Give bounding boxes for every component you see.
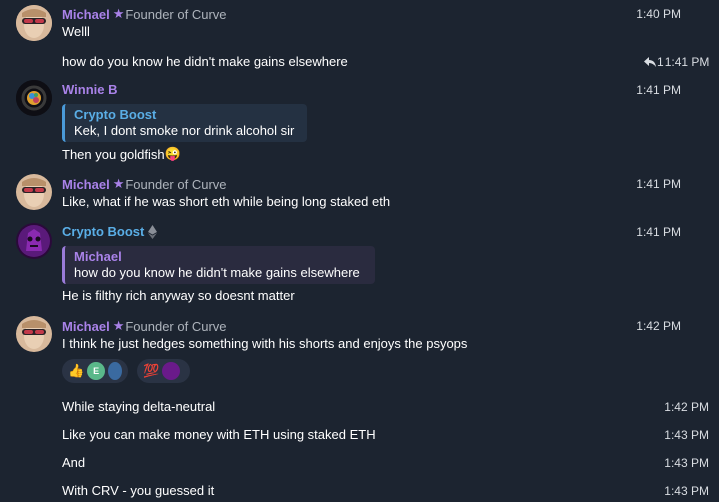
- star-icon: ★: [112, 176, 125, 191]
- reactor-avatar: [162, 362, 181, 380]
- avatar-winnie[interactable]: [16, 80, 52, 116]
- message-time: 1:42 PM: [664, 400, 709, 414]
- avatar-michael[interactable]: [16, 174, 52, 210]
- reply-quote-author: Crypto Boost: [74, 107, 157, 122]
- ethereum-badge-icon: [148, 224, 158, 239]
- reactor-avatar: [108, 362, 122, 380]
- message-text: Then you goldfish: [62, 146, 165, 162]
- message-time: 1:41 PM: [636, 83, 681, 97]
- reply-quote[interactable]: Crypto Boost Kek, I dont smoke nor drink…: [62, 104, 307, 142]
- message-text: how do you know he didn't make gains els…: [62, 54, 348, 69]
- reaction-thumbs-up[interactable]: 👍 E: [62, 359, 128, 383]
- message-time: 1:41 PM: [636, 225, 681, 239]
- reply-thread-indicator[interactable]: 1 1:41 PM: [644, 55, 709, 69]
- author-name[interactable]: Crypto Boost: [62, 224, 144, 239]
- star-icon: ★: [112, 6, 125, 21]
- reaction-emoji: 👍: [68, 363, 85, 378]
- message-time: 1:41 PM: [664, 55, 710, 69]
- author-title: Founder of Curve: [125, 176, 227, 192]
- reaction-hundred[interactable]: 💯: [137, 359, 190, 383]
- reply-arrow-icon: [644, 57, 656, 67]
- star-icon: ★: [112, 318, 125, 333]
- goldfish-emoji: 😜: [164, 146, 181, 161]
- message-text: Like you can make money with ETH using s…: [62, 427, 376, 442]
- reply-quote[interactable]: Michael how do you know he didn't make g…: [62, 246, 375, 284]
- avatar-michael[interactable]: [16, 5, 52, 41]
- reactor-initial: E: [93, 366, 100, 376]
- reaction-emoji: 💯: [143, 363, 160, 378]
- reactor-avatar: E: [87, 362, 106, 380]
- author-title: Founder of Curve: [125, 318, 227, 334]
- reply-quote-text: Kek, I dont smoke nor drink alcohol sir: [74, 123, 295, 138]
- message-text: I think he just hedges something with hi…: [62, 336, 468, 351]
- message-time: 1:43 PM: [664, 428, 709, 442]
- author-name[interactable]: Michael: [62, 319, 110, 334]
- author-name[interactable]: Michael: [62, 177, 110, 192]
- reply-quote-author: Michael: [74, 249, 122, 264]
- message-text: Welll: [62, 24, 90, 39]
- message-text: With CRV - you guessed it: [62, 483, 215, 498]
- avatar-michael[interactable]: [16, 316, 52, 352]
- message-time: 1:43 PM: [664, 484, 709, 498]
- reply-count: 1: [657, 55, 664, 69]
- message-time: 1:40 PM: [636, 7, 681, 21]
- message-text: While staying delta-neutral: [62, 399, 216, 414]
- message-text: Like, what if he was short eth while bei…: [62, 194, 391, 209]
- message-time: 1:43 PM: [664, 456, 709, 470]
- message-time: 1:41 PM: [636, 177, 681, 191]
- message-text: He is filthy rich anyway so doesnt matte…: [62, 288, 295, 303]
- message-time: 1:42 PM: [636, 319, 681, 333]
- reply-quote-text: how do you know he didn't make gains els…: [74, 265, 360, 280]
- message-text: And: [62, 455, 86, 470]
- author-title: Founder of Curve: [125, 6, 227, 22]
- author-name[interactable]: Michael: [62, 7, 110, 22]
- avatar-crypto-boost[interactable]: [16, 223, 52, 259]
- author-name[interactable]: Winnie B: [62, 82, 118, 97]
